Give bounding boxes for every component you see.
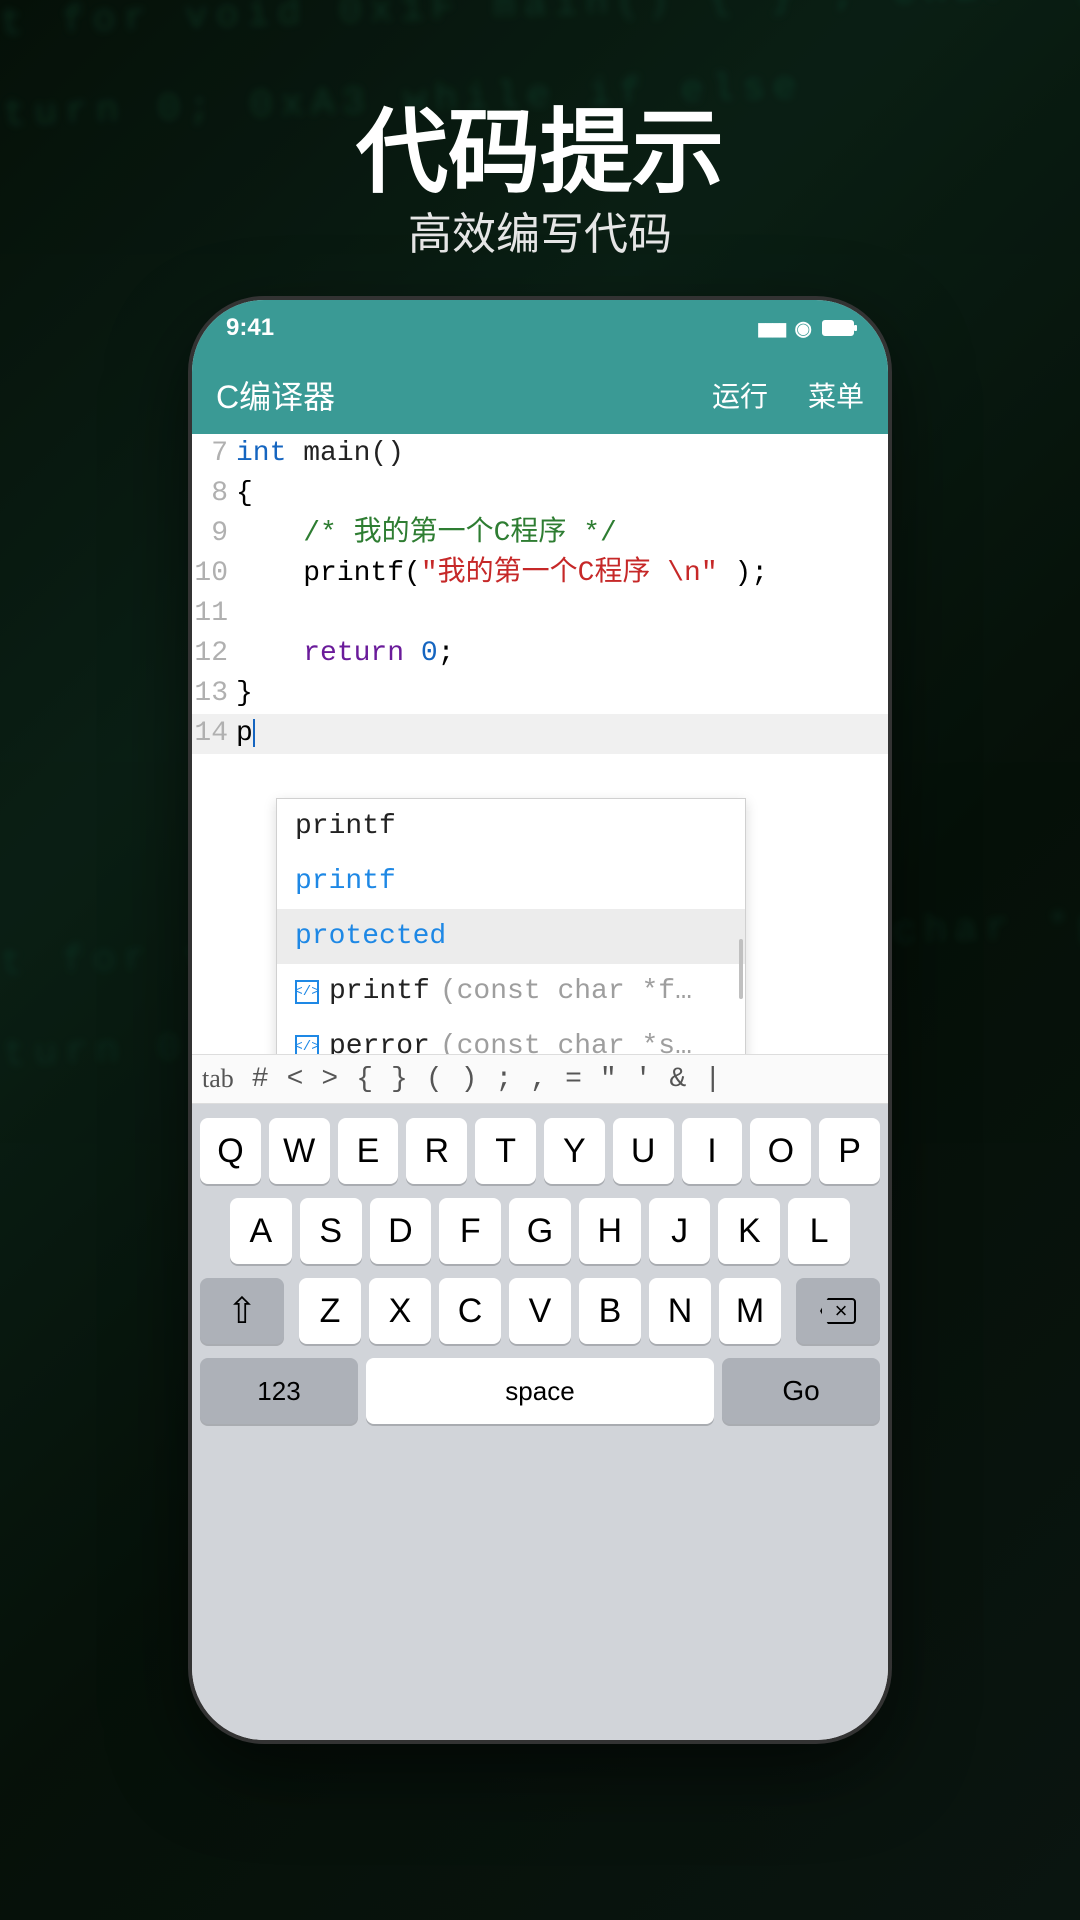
symbol-key[interactable]: > [321,1064,338,1095]
hero-title: 代码提示 [0,78,1080,211]
token-brace: { [236,474,253,514]
letter-key[interactable]: M [719,1278,781,1344]
symbol-key[interactable]: | [704,1064,721,1095]
autocomplete-item[interactable]: printf [277,799,745,854]
letter-key[interactable]: C [439,1278,501,1344]
letter-key[interactable]: W [269,1118,330,1184]
line-number: 14 [192,714,236,754]
symbol-key[interactable]: ) [461,1064,478,1095]
shift-icon [227,1290,257,1332]
hero-subtitle: 高效编写代码 [0,198,1080,262]
autocomplete-label: printf [295,866,396,897]
autocomplete-item[interactable]: protected [277,909,745,964]
line-number: 7 [192,434,236,474]
code-snippet-icon: </> [295,980,319,1004]
symbol-key[interactable]: < [287,1064,304,1095]
backspace-icon [820,1298,856,1324]
letter-key[interactable]: E [338,1118,399,1184]
letter-key[interactable]: Z [299,1278,361,1344]
signal-icon [757,314,785,342]
wifi-icon [795,314,812,342]
letter-key[interactable]: Y [544,1118,605,1184]
menu-button[interactable]: 菜单 [808,375,864,415]
symbol-key[interactable]: tab [202,1064,234,1094]
symbol-key[interactable]: { [356,1064,373,1095]
cursor [253,719,255,747]
letter-key[interactable]: U [613,1118,674,1184]
line-number: 9 [192,514,236,554]
letter-key[interactable]: B [579,1278,641,1344]
letter-key[interactable]: P [819,1118,880,1184]
token-comment: /* 我的第一个C程序 */ [303,518,617,549]
symbol-key[interactable]: ; [495,1064,512,1095]
letter-key[interactable]: L [788,1198,850,1264]
scrollbar[interactable] [739,939,743,999]
symbol-key[interactable]: & [670,1064,687,1095]
token-keyword: return [303,638,404,669]
symbol-key[interactable]: , [530,1064,547,1095]
status-indicators [757,314,854,342]
symbol-key[interactable]: } [391,1064,408,1095]
letter-key[interactable]: H [579,1198,641,1264]
backspace-key[interactable] [796,1278,880,1344]
letter-key[interactable]: G [509,1198,571,1264]
shift-key[interactable] [200,1278,284,1344]
status-bar: 9:41 [192,300,888,356]
symbol-key[interactable]: = [565,1064,582,1095]
token-tail: ); [718,558,768,589]
letter-key[interactable]: F [439,1198,501,1264]
token-semi: ; [438,638,455,669]
battery-icon [822,320,854,336]
typed-text: p [236,718,253,749]
symbol-key[interactable]: ' [635,1064,652,1095]
letter-key[interactable]: V [509,1278,571,1344]
token-string: "我的第一个C程序 \n" [421,558,718,589]
symbol-toolbar[interactable]: tab # < > {} ();, = " '&| [192,1054,888,1104]
line-number: 13 [192,674,236,714]
line-number: 8 [192,474,236,514]
letter-key[interactable]: T [475,1118,536,1184]
autocomplete-item[interactable]: printf [277,854,745,909]
status-time: 9:41 [226,314,274,342]
letter-key[interactable]: A [230,1198,292,1264]
letter-key[interactable]: J [649,1198,711,1264]
token-call: printf( [303,558,421,589]
autocomplete-label: printf [295,811,396,842]
autocomplete-item[interactable]: </> printf (const char *f… [277,964,745,1019]
autocomplete-label: printf [329,976,430,1007]
line-number: 12 [192,634,236,674]
go-key[interactable]: Go [722,1358,880,1424]
line-number: 10 [192,554,236,594]
code-editor[interactable]: 7 int main() 8 { 9 /* 我的第一个C程序 */ 10 pri… [192,434,888,754]
letter-key[interactable]: K [718,1198,780,1264]
letter-key[interactable]: X [369,1278,431,1344]
autocomplete-params: (const char *f… [440,976,692,1007]
keyboard[interactable]: QWERTYUIOP ASDFGHJKL ZXCVBNM 123 space G… [192,1104,888,1740]
space-key[interactable]: space [366,1358,714,1424]
autocomplete-popup[interactable]: printf printf protected </> printf (const cha… [276,798,746,1075]
letter-key[interactable]: R [406,1118,467,1184]
line-number: 11 [192,594,236,634]
token-brace: } [236,674,253,714]
letter-key[interactable]: O [750,1118,811,1184]
symbol-key[interactable]: # [252,1064,269,1095]
symbol-key[interactable]: " [600,1064,617,1095]
letter-key[interactable]: I [682,1118,743,1184]
autocomplete-label: protected [295,921,446,952]
letter-key[interactable]: S [300,1198,362,1264]
letter-key[interactable]: D [370,1198,432,1264]
token-number: 0 [404,638,438,669]
symbol-key[interactable]: ( [426,1064,443,1095]
letter-key[interactable]: N [649,1278,711,1344]
run-button[interactable]: 运行 [712,375,768,415]
token-type: int [236,438,286,469]
app-title: C编译器 [216,372,335,418]
phone-frame: 9:41 C编译器 运行 菜单 7 int main() 8 { 9 /* 我的… [192,300,888,1740]
app-header: C编译器 运行 菜单 [192,356,888,434]
numeric-key[interactable]: 123 [200,1358,358,1424]
letter-key[interactable]: Q [200,1118,261,1184]
token-func: main() [286,438,404,469]
